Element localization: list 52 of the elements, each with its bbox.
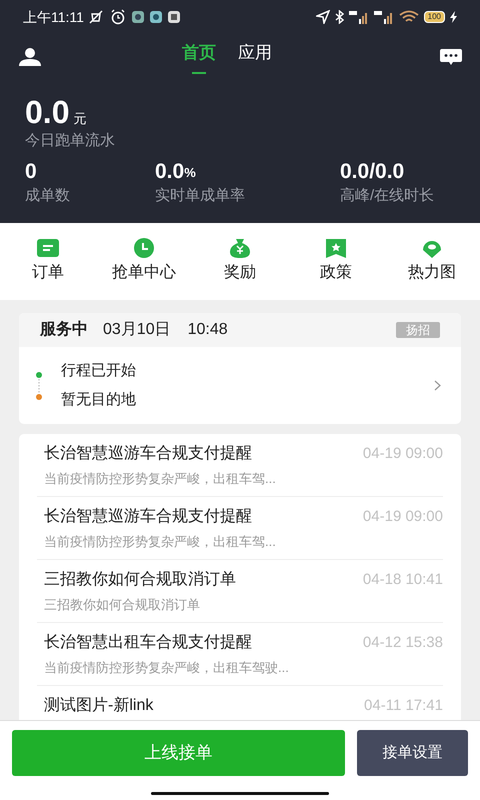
app-icon (150, 11, 162, 23)
news-item[interactable]: 长治智慧巡游车合规支付提醒 04-19 09:00 当前疫情防控形势复杂严峻，出租车驾... (37, 434, 443, 497)
news-item[interactable]: 三招教你如何合规取消订单 04-18 10:41 三招教你如何合规取消订单 (37, 560, 443, 623)
stat-unit: % (184, 164, 196, 182)
news-item[interactable]: 长治智慧巡游车合规支付提醒 04-19 09:00 当前疫情防控形势复杂严峻，出租车驾... (37, 497, 443, 560)
news-item[interactable]: 长治智慧出租车合规支付提醒 04-12 15:38 当前疫情防控形势复杂严峻，出租车驾驶... (37, 623, 443, 686)
shortcut-button[interactable]: 政策 (288, 238, 384, 285)
app-icon (168, 11, 180, 23)
stat-label: 实时单成单率 (155, 186, 246, 206)
trip-type-tag: 扬招 (396, 322, 440, 338)
service-date: 03月10日 (103, 320, 171, 340)
news-item[interactable]: 测试图片-新link 04-11 17:41 (37, 686, 443, 720)
service-card[interactable]: 服务中 03月10日 10:48 扬招 行程已开始 暂无目的地 (19, 313, 461, 424)
battery-indicator: 100 (424, 11, 445, 23)
trip-destination: 暂无目的地 (61, 390, 136, 410)
order-settings-button[interactable]: 接单设置 (357, 730, 468, 776)
bluetooth-icon (334, 10, 344, 24)
stat-label: 高峰/在线时长 (340, 186, 434, 206)
shortcut-button[interactable]: 抢单中心 (96, 238, 192, 285)
nav-tab[interactable]: 应用 (238, 40, 272, 74)
earnings-value: 0.0 (25, 96, 70, 128)
service-status: 服务中 (40, 320, 88, 340)
earnings-label: 今日跑单流水 (25, 131, 116, 151)
shortcut-button[interactable]: 订单 (0, 238, 96, 285)
list-icon (36, 238, 60, 259)
wifi-icon (398, 10, 419, 24)
clock-icon (132, 238, 156, 259)
service-time: 10:48 (188, 320, 228, 340)
status-time: 上午11:11 (23, 8, 84, 26)
charging-icon (450, 11, 457, 23)
stat-value: 0.0/0.0 (340, 160, 404, 182)
route-icon (35, 370, 43, 400)
profile-icon[interactable] (18, 47, 42, 67)
signal-icon (374, 10, 394, 24)
stat-value: 0 (25, 160, 37, 182)
trip-start: 行程已开始 (61, 361, 136, 381)
signal-icon (348, 10, 369, 24)
alarm-icon (110, 9, 126, 25)
location-pin-icon (420, 238, 444, 259)
stat-value: 0.0 (155, 160, 184, 182)
app-icon (132, 11, 144, 23)
message-icon[interactable] (440, 48, 462, 66)
location-icon (316, 10, 330, 24)
chevron-right-icon (434, 380, 441, 391)
earnings-unit: 元 (73, 110, 86, 128)
shortcut-button[interactable]: 热力图 (384, 238, 480, 285)
money-bag-icon (228, 238, 252, 259)
nav-tab[interactable]: 首页 (182, 40, 216, 74)
shortcut-button[interactable]: 奖励 (192, 238, 288, 285)
stat-label: 成单数 (25, 186, 71, 206)
mute-icon (88, 10, 104, 24)
star-icon (324, 238, 348, 259)
